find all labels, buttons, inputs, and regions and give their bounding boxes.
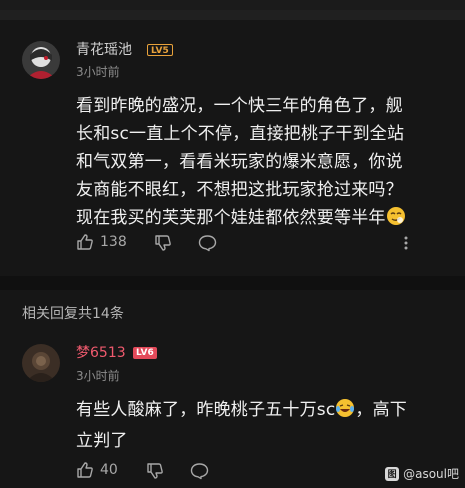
laughing-tears-emoji (335, 398, 355, 427)
thumbs-up-icon (77, 234, 93, 250)
smug-face-emoji (386, 206, 406, 235)
avatar[interactable] (22, 344, 60, 382)
comment-text-segment: ，高下 (355, 400, 408, 420)
reply-button[interactable] (190, 462, 209, 480)
top-bar (0, 0, 465, 20)
level-badge: LV5 (147, 44, 173, 56)
section-divider (0, 276, 465, 290)
dislike-button[interactable] (154, 234, 172, 252)
thumbs-down-icon (155, 235, 171, 251)
like-count: 138 (100, 234, 127, 250)
more-options-button[interactable] (403, 234, 409, 256)
comment-text: 看到昨晚的盛况，一个快三年的角色了，舰 长和sc一直上个不停，直接把桃子干到全站… (76, 92, 406, 235)
comment-text-line: 和气双第一，看看米玩家的爆米意愿，你说 (76, 152, 403, 172)
reply-button[interactable] (198, 234, 217, 252)
username[interactable]: 青花瑶池 (76, 41, 132, 59)
watermark: 图 @asoul吧 (385, 465, 459, 482)
comment-text-line: 友商能不眼红，不想把这批玩家抢过来吗？ (76, 180, 403, 200)
comment-text-line: 看到昨晚的盛况，一个快三年的角色了，舰 (76, 96, 403, 116)
watermark-text: @asoul吧 (403, 467, 459, 481)
like-count: 40 (100, 462, 118, 478)
thumbs-up-icon (77, 462, 93, 478)
dislike-button[interactable] (146, 462, 164, 480)
comment-bubble-icon (190, 463, 209, 480)
watermark-logo: 图 (385, 466, 400, 481)
timestamp: 3小时前 (76, 369, 120, 383)
comment-bubble-icon (198, 235, 217, 252)
level-badge: LV6 (133, 347, 157, 359)
top-bar-shade (0, 10, 465, 20)
thumbs-down-icon (147, 463, 163, 479)
username[interactable]: 梦6513 (76, 344, 126, 362)
like-button[interactable]: 138 (76, 233, 127, 251)
timestamp: 3小时前 (76, 65, 120, 79)
comment-text-line: 有些人酸麻了，昨晚桃子五十万sc ，高下 (76, 396, 407, 427)
comment-text-line: 长和sc一直上个不停，直接把桃子干到全站 (76, 124, 405, 144)
comment-text: 有些人酸麻了，昨晚桃子五十万sc ，高下 立判了 (76, 396, 407, 455)
comment-text-segment: 现在我买的芙芙那个娃娃都依然要等半年 (76, 208, 386, 228)
like-button[interactable]: 40 (76, 461, 118, 479)
comment-text-line: 立判了 (76, 431, 128, 451)
comment-text-line: 现在我买的芙芙那个娃娃都依然要等半年 (76, 204, 406, 235)
replies-header: 相关回复共14条 (22, 306, 124, 322)
more-vertical-icon (404, 236, 408, 250)
avatar[interactable] (22, 41, 60, 79)
comment-text-segment: 有些人酸麻了，昨晚桃子五十万sc (76, 400, 336, 420)
